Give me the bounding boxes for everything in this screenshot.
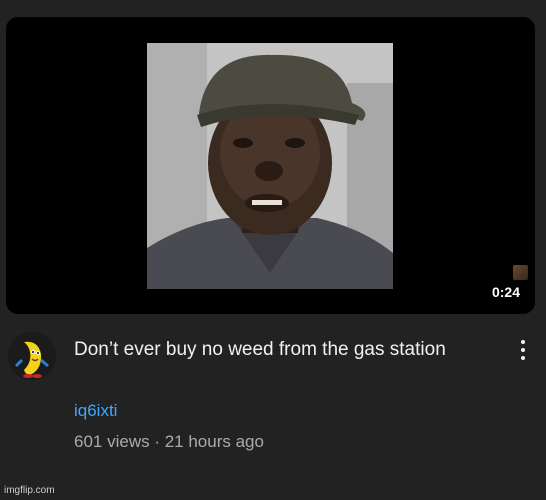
video-card: 0:24 Don’t ever buy no weed from the gas… <box>0 0 546 500</box>
duration-badge: 0:24 <box>486 283 525 302</box>
menu-dot <box>521 340 525 344</box>
video-frame-image <box>147 43 393 289</box>
menu-dot <box>521 348 525 352</box>
video-title[interactable]: Don’t ever buy no weed from the gas stat… <box>74 336 464 364</box>
banana-avatar-icon <box>8 332 56 380</box>
channel-corner-icon <box>513 265 528 280</box>
more-vert-icon[interactable] <box>511 336 535 364</box>
video-metadata: 601 views · 21 hours ago <box>74 432 264 451</box>
channel-avatar[interactable] <box>8 332 56 380</box>
imgflip-watermark: imgflip.com <box>4 485 55 496</box>
menu-dot <box>521 356 525 360</box>
channel-name[interactable]: iq6ixti <box>74 400 117 422</box>
video-thumbnail[interactable]: 0:24 <box>6 17 535 314</box>
